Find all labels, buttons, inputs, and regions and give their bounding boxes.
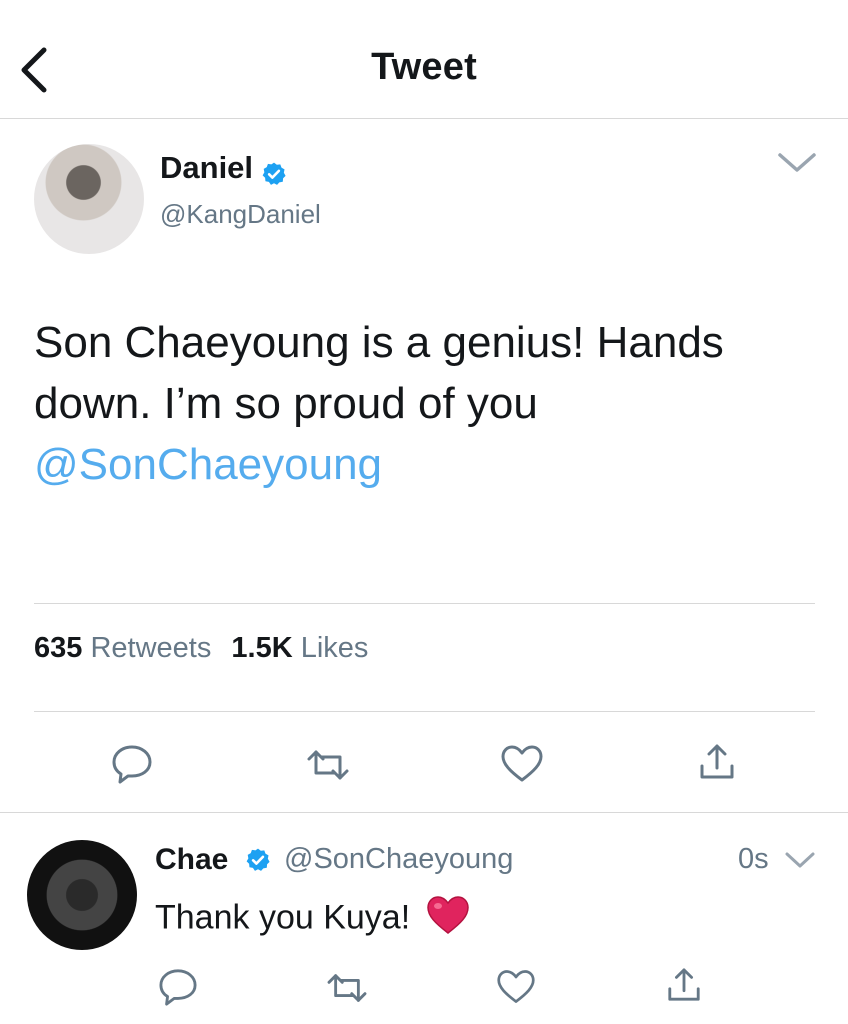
chevron-down-icon[interactable] <box>784 850 816 870</box>
reply-body: Thank you Kuya! <box>155 898 411 937</box>
divider <box>34 603 815 604</box>
retweets-stat[interactable]: 635 Retweets <box>34 632 211 664</box>
divider <box>34 711 815 712</box>
page-title: Tweet <box>371 46 477 88</box>
share-icon[interactable] <box>698 742 736 782</box>
share-icon[interactable] <box>666 966 702 1004</box>
reply-text: Thank you Kuya! <box>155 895 470 944</box>
author-handle[interactable]: @KangDaniel <box>160 199 321 230</box>
author-name-row[interactable]: Daniel <box>160 150 287 187</box>
avatar[interactable] <box>34 144 144 254</box>
divider <box>0 812 848 813</box>
reply-icon[interactable] <box>111 744 153 784</box>
likes-count: 1.5K <box>231 632 293 664</box>
like-icon[interactable] <box>500 744 544 784</box>
mention-link[interactable]: @SonChaeyoung <box>34 440 382 489</box>
author-name: Daniel <box>160 150 254 185</box>
retweet-icon[interactable] <box>306 746 350 784</box>
like-icon[interactable] <box>496 968 536 1006</box>
tweet-text: Son Chaeyoung is a genius! Hands down. I… <box>34 312 824 495</box>
chevron-down-icon[interactable] <box>776 150 818 176</box>
tweet-stats: 635 Retweets 1.5K Likes <box>34 632 368 665</box>
retweets-label: Retweets <box>90 632 212 664</box>
red-heart-emoji <box>426 895 470 944</box>
reply-timestamp: 0s <box>738 843 769 875</box>
tweet-body: Son Chaeyoung is a genius! Hands down. I… <box>34 318 724 428</box>
top-bar: Tweet <box>0 0 848 119</box>
retweet-icon[interactable] <box>326 970 368 1006</box>
retweets-count: 635 <box>34 632 83 664</box>
reply-icon[interactable] <box>158 968 198 1006</box>
verified-badge-icon <box>261 161 287 187</box>
reply-author-name[interactable]: Chae <box>155 843 228 877</box>
reply-avatar[interactable] <box>27 840 137 950</box>
likes-label: Likes <box>300 632 369 664</box>
reply-author-handle[interactable]: @SonChaeyoung <box>284 843 513 876</box>
likes-stat[interactable]: 1.5K Likes <box>231 632 368 664</box>
verified-badge-icon <box>245 847 271 873</box>
